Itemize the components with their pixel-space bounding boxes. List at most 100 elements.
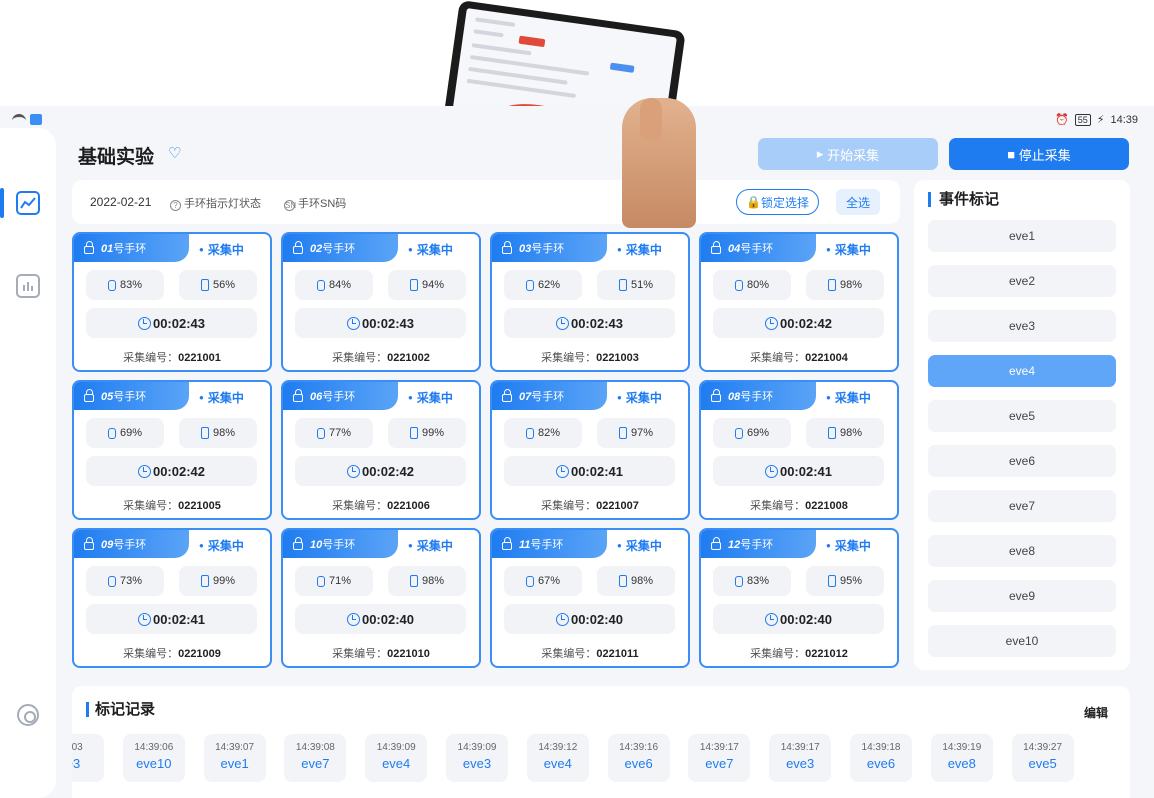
bracelet-name: 12号手环: [728, 536, 773, 552]
clock-icon: [764, 316, 778, 330]
elapsed-time: 00:02:43: [152, 315, 206, 331]
watch-battery-value: 83%: [119, 279, 143, 291]
bracelet-card[interactable]: 12号手环 采集中 83% 95% 00:02:40 采集编号：0221012: [699, 528, 899, 668]
event-button-eve10[interactable]: eve10: [928, 625, 1116, 657]
event-button-eve3[interactable]: eve3: [928, 310, 1116, 342]
phone-icon: [200, 575, 209, 587]
stop-collect-button[interactable]: ■ 停止采集: [949, 138, 1129, 170]
phone-battery-value: 99%: [212, 575, 236, 587]
bracelet-card[interactable]: 09号手环 采集中 73% 99% 00:02:41 采集编号：0221009: [72, 528, 272, 668]
bracelet-card[interactable]: 08号手环 采集中 69% 98% 00:02:41 采集编号：0221008: [699, 380, 899, 520]
event-button-eve6[interactable]: eve6: [928, 445, 1116, 477]
collect-code: 采集编号：0221011: [492, 645, 688, 661]
status-badge: 采集中: [199, 537, 244, 554]
watch-icon: [107, 427, 116, 439]
line-chart-icon[interactable]: [16, 191, 40, 215]
elapsed-time: 00:02:41: [152, 611, 206, 627]
lock-icon: [711, 536, 721, 550]
record-item[interactable]: 14:39:19 eve8: [930, 734, 993, 782]
record-time: 14:39:17: [699, 742, 739, 753]
phone-icon: [409, 575, 418, 587]
clock-icon: [137, 316, 151, 330]
edit-button[interactable]: 编辑: [1084, 704, 1108, 721]
lock-icon: [84, 388, 94, 402]
collect-code: 采集编号：0221012: [701, 645, 897, 661]
led-status-label: 手环指示灯状态: [184, 198, 261, 210]
phone-battery-value: 98%: [839, 427, 863, 439]
collect-code: 采集编号：0221001: [74, 349, 270, 365]
record-time: 14:39:08: [295, 742, 335, 753]
record-time: 14:39:09: [376, 742, 416, 753]
status-badge: 采集中: [408, 241, 453, 258]
bracelet-card[interactable]: 01号手环 采集中 83% 56% 00:02:43 采集编号：0221001: [72, 232, 272, 372]
bar-chart-icon[interactable]: [16, 274, 40, 298]
lock-icon: 🔒: [746, 195, 761, 209]
select-all-button[interactable]: 全选: [836, 189, 880, 215]
collect-code-label: 采集编号：: [332, 500, 388, 512]
record-item[interactable]: 14:39:17 eve7: [688, 734, 751, 782]
bracelet-card[interactable]: 05号手环 采集中 69% 98% 00:02:42 采集编号：0221005: [72, 380, 272, 520]
event-button-eve4[interactable]: eve4: [928, 355, 1116, 387]
bracelet-suffix: 号手环: [530, 539, 564, 551]
bracelet-card[interactable]: 02号手环 采集中 84% 94% 00:02:43 采集编号：0221002: [281, 232, 481, 372]
event-button-eve5[interactable]: eve5: [928, 400, 1116, 432]
record-event: eve7: [301, 756, 330, 771]
bracelet-card[interactable]: 10号手环 采集中 71% 98% 00:02:40 采集编号：0221010: [281, 528, 481, 668]
phone-icon: [827, 279, 836, 291]
record-item[interactable]: 14:39:07 eve1: [203, 734, 266, 782]
record-item[interactable]: 14:39:06 eve10: [122, 734, 185, 782]
elapsed-time: 00:02:40: [570, 611, 624, 627]
event-button-eve1[interactable]: eve1: [928, 220, 1116, 252]
bracelet-card[interactable]: 11号手环 采集中 67% 98% 00:02:40 采集编号：0221011: [490, 528, 690, 668]
phone-icon: [200, 279, 209, 291]
bracelet-suffix: 号手环: [322, 391, 356, 403]
status-badge: 采集中: [199, 389, 244, 406]
start-collect-label: 开始采集: [827, 147, 880, 163]
status-badge: 采集中: [199, 241, 244, 258]
record-time: 14:39:17: [780, 742, 820, 753]
watch-battery: 69%: [86, 418, 164, 448]
phone-battery-value: 51%: [630, 279, 654, 291]
elapsed-timer: 00:02:40: [713, 604, 884, 634]
event-button-eve9[interactable]: eve9: [928, 580, 1116, 612]
watch-battery-value: 69%: [746, 427, 770, 439]
record-item[interactable]: 14:39:09 eve4: [365, 734, 428, 782]
phone-battery-value: 95%: [839, 575, 863, 587]
event-button-eve8[interactable]: eve8: [928, 535, 1116, 567]
collect-code: 采集编号：0221006: [283, 497, 479, 513]
lock-icon: [711, 240, 721, 254]
settings-hex-icon[interactable]: [17, 704, 39, 726]
record-item[interactable]: 14:39:09 eve3: [446, 734, 508, 782]
bracelet-card[interactable]: 07号手环 采集中 82% 97% 00:02:41 采集编号：0221007: [490, 380, 690, 520]
event-panel: 事件标记 eve1 eve2 eve3 eve4 eve5 eve6 eve7 eve8 eve…: [914, 180, 1130, 670]
status-badge: 采集中: [826, 241, 871, 258]
clock-icon: [346, 612, 360, 626]
record-time: 14:39:12: [538, 742, 578, 753]
collect-code-label: 采集编号：: [541, 352, 597, 364]
record-item[interactable]: 14:39:16 eve6: [607, 734, 670, 782]
status-badge: 采集中: [826, 537, 871, 554]
collect-code-value: 0221010: [387, 648, 430, 660]
watch-battery: 84%: [295, 270, 373, 300]
record-event: eve5: [1028, 756, 1057, 771]
record-item[interactable]: 14:39:08 eve7: [284, 734, 347, 782]
alarm-icon: ⏰: [1055, 114, 1069, 126]
record-item[interactable]: 14:39:12 eve4: [526, 734, 589, 782]
bracelet-card[interactable]: 04号手环 采集中 80% 98% 00:02:42 采集编号：0221004: [699, 232, 899, 372]
record-item[interactable]: 14:39:17 eve3: [769, 734, 832, 782]
record-item[interactable]: 14:39:27 eve5: [1011, 734, 1074, 782]
event-button-eve7[interactable]: eve7: [928, 490, 1116, 522]
bracelet-header: 02号手环: [283, 234, 398, 262]
bracelet-card[interactable]: 03号手环 采集中 62% 51% 00:02:43 采集编号：0221003: [490, 232, 690, 372]
bracelet-card[interactable]: 06号手环 采集中 77% 99% 00:02:42 采集编号：0221006: [281, 380, 481, 520]
record-event: eve6: [624, 756, 653, 771]
bracelet-suffix: 号手环: [740, 539, 774, 551]
lock-select-button[interactable]: 🔒 锁定选择: [736, 189, 819, 215]
bracelet-header: 04号手环: [701, 234, 816, 262]
phone-icon: [618, 575, 627, 587]
start-collect-button[interactable]: ▸ 开始采集: [758, 138, 938, 170]
record-item[interactable]: 9:03 e3: [72, 734, 104, 782]
event-button-eve2[interactable]: eve2: [928, 265, 1116, 297]
record-item[interactable]: 14:39:18 eve6: [850, 734, 912, 782]
lock-icon: [84, 536, 94, 550]
